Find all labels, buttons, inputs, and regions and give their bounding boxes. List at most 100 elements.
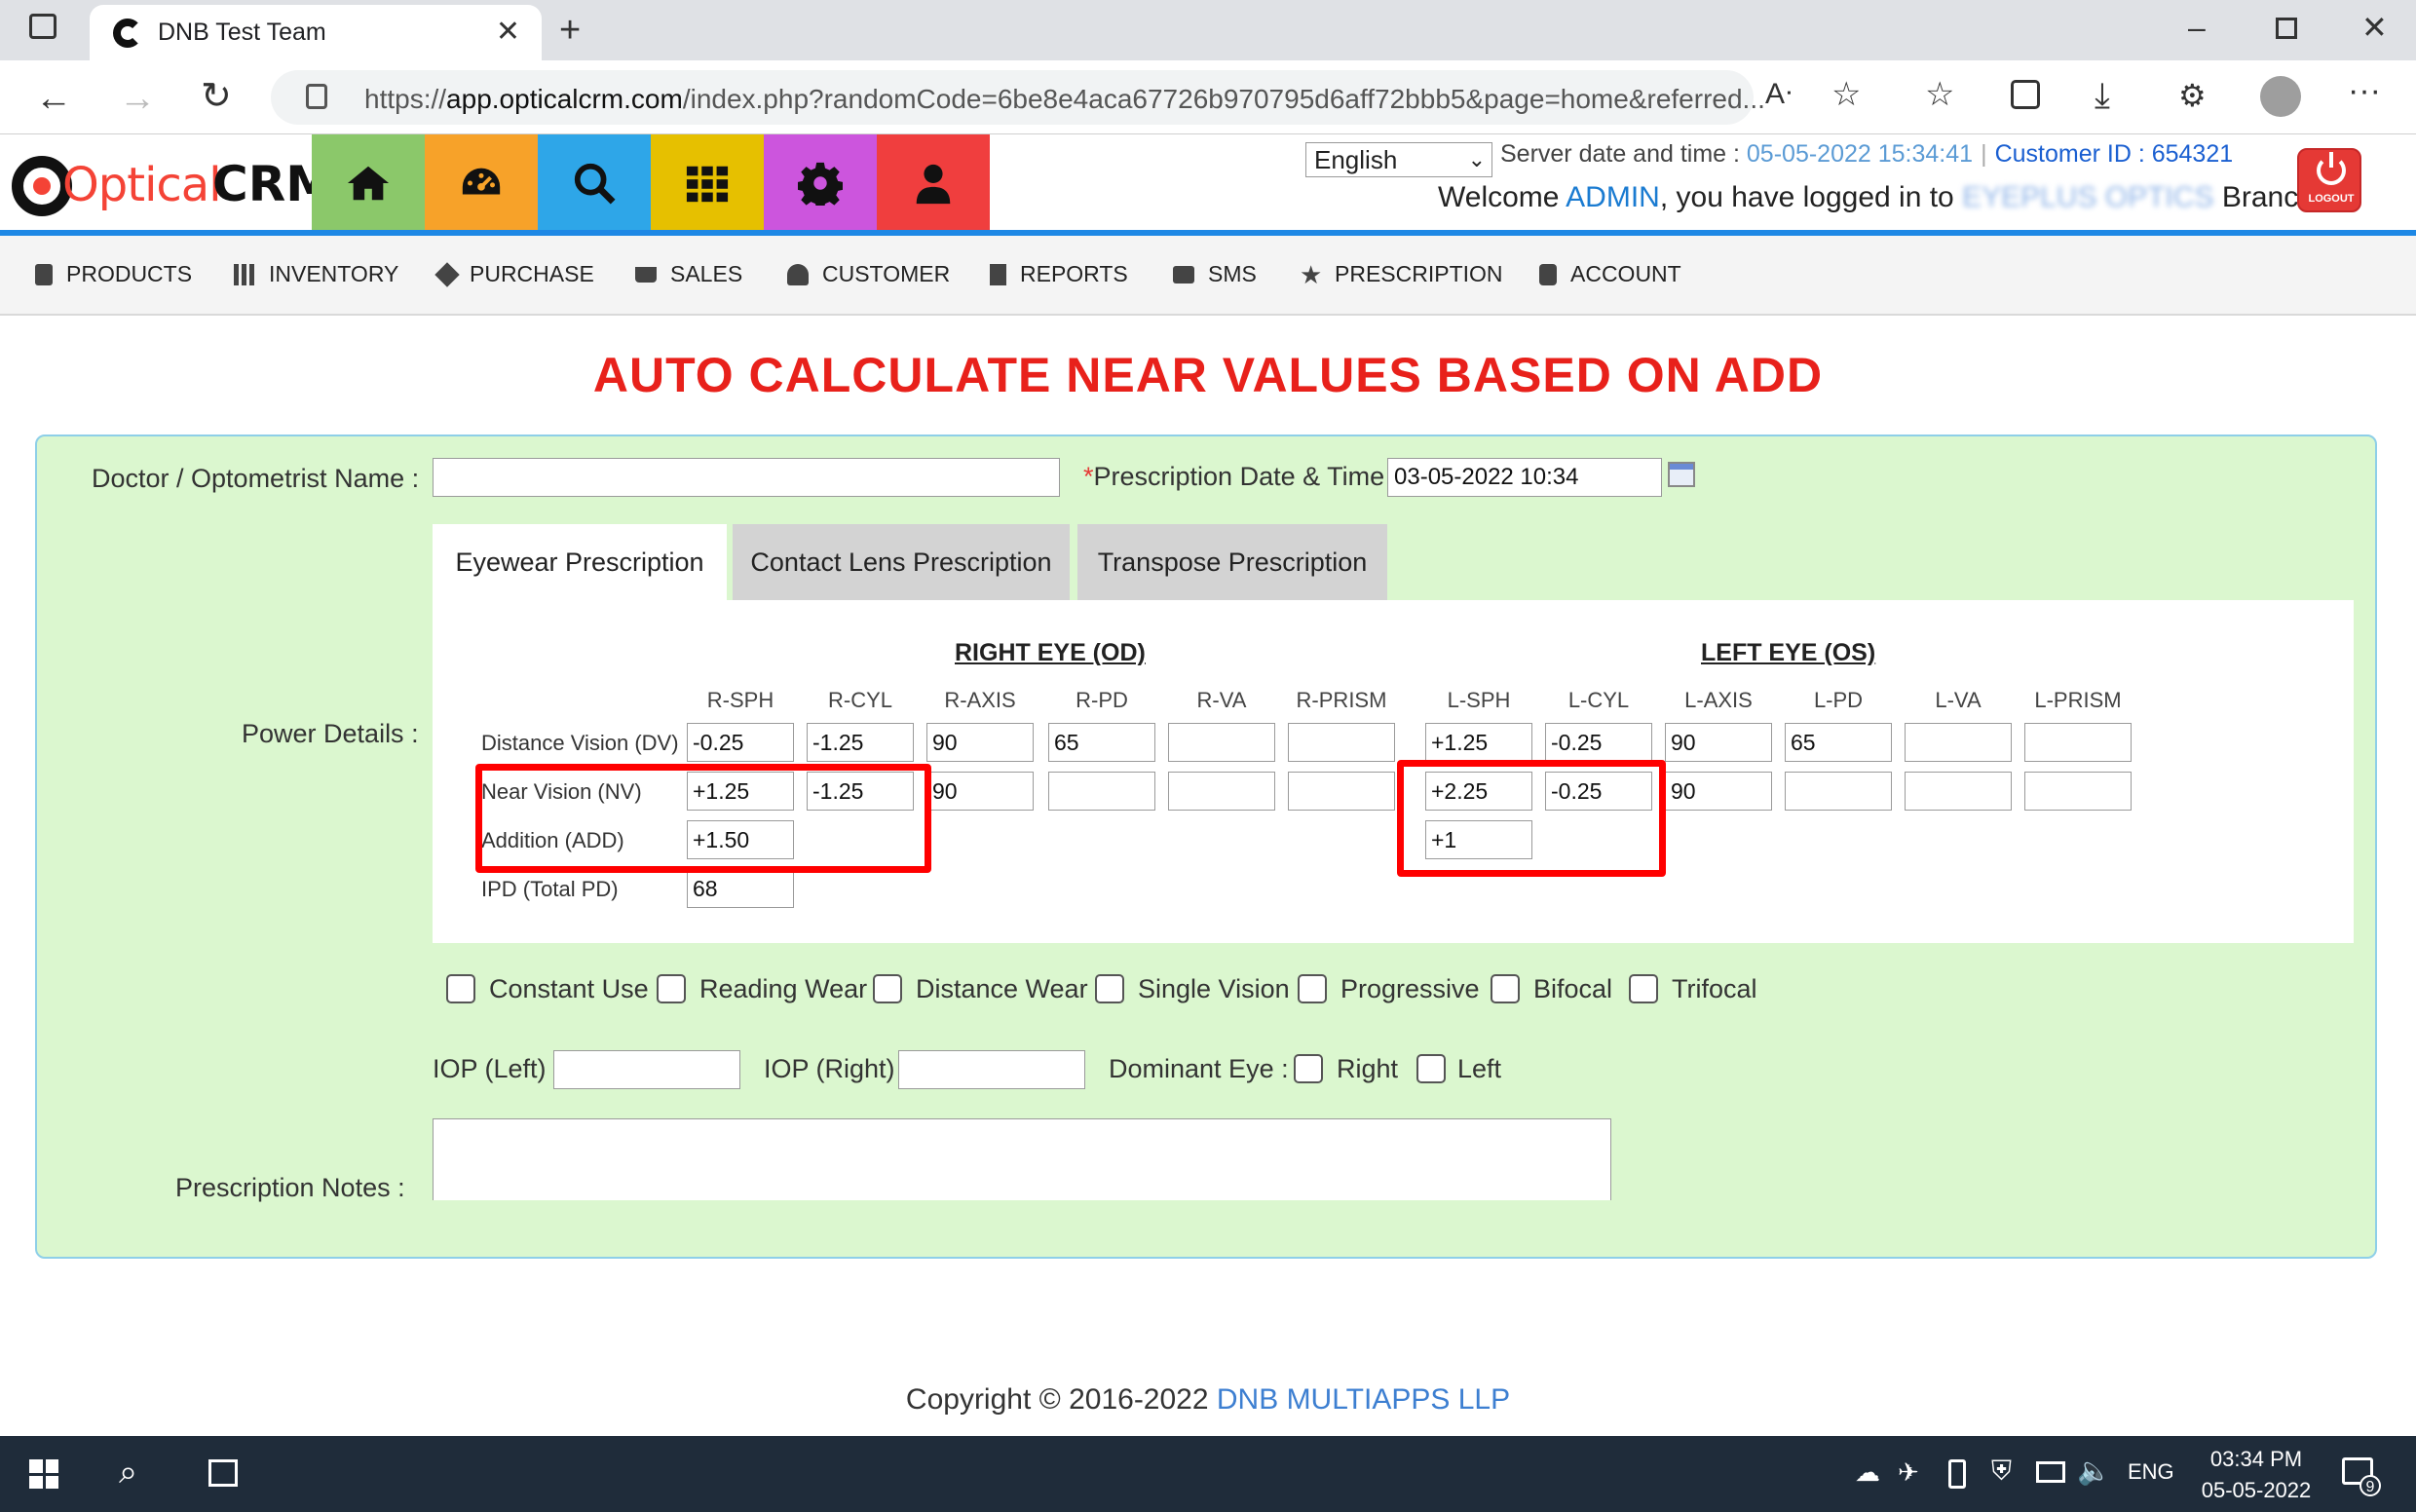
- profile-avatar-icon[interactable]: [2260, 76, 2301, 117]
- more-menu-icon[interactable]: ···: [2348, 74, 2381, 107]
- nv-l-axis[interactable]: 90: [1665, 772, 1772, 811]
- network-share-icon[interactable]: ☁: [1855, 1459, 1880, 1485]
- lock-icon[interactable]: [306, 84, 327, 109]
- dv-r-pd[interactable]: 65: [1048, 723, 1155, 762]
- checkbox-trifocal[interactable]: [1629, 974, 1658, 1003]
- checkbox-distance-wear[interactable]: [873, 974, 902, 1003]
- language-select[interactable]: English ⌄: [1305, 142, 1492, 177]
- doctor-name-input[interactable]: [433, 458, 1060, 497]
- col-r-va: R-VA: [1196, 688, 1247, 712]
- checkbox-progressive[interactable]: [1298, 974, 1327, 1003]
- windows-start-icon[interactable]: [29, 1459, 58, 1489]
- nav-reports[interactable]: REPORTS: [990, 261, 1128, 287]
- nv-r-prism[interactable]: [1288, 772, 1395, 811]
- windows-taskbar: ⌕ ☁ ✈ ⛨ 🔈 ENG 03:34 PM 05-05-2022 9: [0, 1436, 2416, 1512]
- nav-prescription[interactable]: ★ PRESCRIPTION: [1300, 261, 1503, 287]
- add-favorite-icon[interactable]: ☆: [1831, 78, 1861, 111]
- nav-sms[interactable]: SMS: [1173, 261, 1257, 287]
- restore-icon[interactable]: [2276, 18, 2297, 39]
- close-window-icon[interactable]: ✕: [2361, 12, 2388, 43]
- downloads-icon[interactable]: ⤓: [2095, 78, 2110, 113]
- col-l-va: L-VA: [1935, 688, 1982, 712]
- prescription-notes-textarea[interactable]: [433, 1118, 1611, 1200]
- person-icon: [787, 263, 809, 285]
- url-field[interactable]: https://app.opticalcrm.com/index.php?ran…: [271, 70, 1765, 125]
- task-view-icon[interactable]: [208, 1459, 238, 1487]
- logout-button[interactable]: LOGOUT: [2297, 148, 2361, 212]
- checkbox-dominant-left[interactable]: [1416, 1054, 1446, 1083]
- new-tab-icon[interactable]: +: [559, 12, 581, 49]
- reload-icon[interactable]: ↻: [201, 78, 232, 115]
- search-icon[interactable]: ⌕: [119, 1455, 137, 1489]
- nav-account[interactable]: ACCOUNT: [1539, 261, 1681, 287]
- app-header: Optical CRM English ⌄ Server date and ti…: [0, 134, 2416, 236]
- chat-icon: [1173, 265, 1194, 284]
- collections-icon[interactable]: [2011, 80, 2040, 109]
- tab-transpose-prescription[interactable]: Transpose Prescription: [1077, 524, 1387, 600]
- forward-icon[interactable]: →: [119, 80, 156, 117]
- dv-r-axis[interactable]: 90: [926, 723, 1034, 762]
- minimize-icon[interactable]: –: [2188, 12, 2206, 43]
- date-label-text: Prescription Date & Time :: [1093, 462, 1400, 491]
- read-aloud-icon[interactable]: Aᐧ: [1765, 80, 1793, 109]
- user-tile[interactable]: [877, 134, 990, 232]
- checkbox-single-vision[interactable]: [1095, 974, 1124, 1003]
- nv-r-pd[interactable]: [1048, 772, 1155, 811]
- checkbox-dominant-right[interactable]: [1294, 1054, 1323, 1083]
- nv-l-prism[interactable]: [2024, 772, 2132, 811]
- tab-eyewear-prescription[interactable]: Eyewear Prescription: [433, 524, 727, 600]
- network-icon[interactable]: [2036, 1461, 2065, 1483]
- dv-l-axis[interactable]: 90: [1665, 723, 1772, 762]
- checkbox-constant-use[interactable]: [446, 974, 475, 1003]
- satellite-icon[interactable]: ✈: [1898, 1459, 1919, 1485]
- calendar-icon[interactable]: [1668, 462, 1695, 487]
- browser-tab[interactable]: DNB Test Team ✕: [90, 5, 542, 60]
- checkbox-bifocal[interactable]: [1491, 974, 1520, 1003]
- nav-inventory[interactable]: INVENTORY: [234, 261, 398, 287]
- tab-actions-icon[interactable]: [29, 14, 57, 39]
- nv-l-va[interactable]: [1905, 772, 2012, 811]
- nv-r-va[interactable]: [1168, 772, 1275, 811]
- input-language[interactable]: ENG: [2128, 1459, 2174, 1485]
- dv-l-cyl[interactable]: -0.25: [1545, 723, 1652, 762]
- dv-r-sph[interactable]: -0.25: [687, 723, 794, 762]
- gear-icon: [798, 162, 843, 206]
- dv-l-sph[interactable]: +1.25: [1425, 723, 1532, 762]
- dv-l-va[interactable]: [1905, 723, 2012, 762]
- search-tile[interactable]: [538, 134, 651, 232]
- company-link[interactable]: DNB MULTIAPPS LLP: [1217, 1383, 1510, 1416]
- nav-purchase[interactable]: PURCHASE: [434, 261, 594, 287]
- volume-icon[interactable]: 🔈: [2077, 1457, 2111, 1485]
- taskbar-clock[interactable]: 03:34 PM 05-05-2022: [2198, 1444, 2315, 1506]
- iop-left-input[interactable]: [553, 1050, 740, 1089]
- label-constant-use: Constant Use: [489, 974, 649, 1003]
- dv-l-prism[interactable]: [2024, 723, 2132, 762]
- notification-count-badge: 9: [2359, 1475, 2381, 1496]
- cart-icon: [635, 266, 657, 283]
- extensions-icon[interactable]: ⚙: [2178, 80, 2207, 111]
- copyright-footer: Copyright © 2016-2022 DNB MULTIAPPS LLP: [0, 1383, 2416, 1417]
- nav-customer[interactable]: CUSTOMER: [787, 261, 950, 287]
- home-tile[interactable]: [312, 134, 425, 232]
- nv-r-axis[interactable]: 90: [926, 772, 1034, 811]
- back-icon[interactable]: ←: [35, 80, 72, 117]
- ipd-input[interactable]: 68: [687, 869, 794, 908]
- iop-right-input[interactable]: [898, 1050, 1085, 1089]
- tab-contact-lens-prescription[interactable]: Contact Lens Prescription: [733, 524, 1070, 600]
- prescription-date-input[interactable]: 03-05-2022 10:34: [1387, 458, 1662, 497]
- nav-sales[interactable]: SALES: [635, 261, 742, 287]
- nav-products[interactable]: PRODUCTS: [35, 261, 192, 287]
- usb-drive-icon[interactable]: [1948, 1459, 1966, 1489]
- security-shield-icon[interactable]: ⛨: [1991, 1457, 2012, 1485]
- apps-tile[interactable]: [651, 134, 764, 232]
- dv-r-prism[interactable]: [1288, 723, 1395, 762]
- nv-l-pd[interactable]: [1785, 772, 1892, 811]
- settings-tile[interactable]: [764, 134, 877, 232]
- favorites-icon[interactable]: ☆: [1925, 78, 1954, 111]
- dv-r-cyl[interactable]: -1.25: [807, 723, 914, 762]
- close-tab-icon[interactable]: ✕: [496, 15, 520, 49]
- checkbox-reading-wear[interactable]: [657, 974, 686, 1003]
- dv-r-va[interactable]: [1168, 723, 1275, 762]
- dashboard-tile[interactable]: [425, 134, 538, 232]
- dv-l-pd[interactable]: 65: [1785, 723, 1892, 762]
